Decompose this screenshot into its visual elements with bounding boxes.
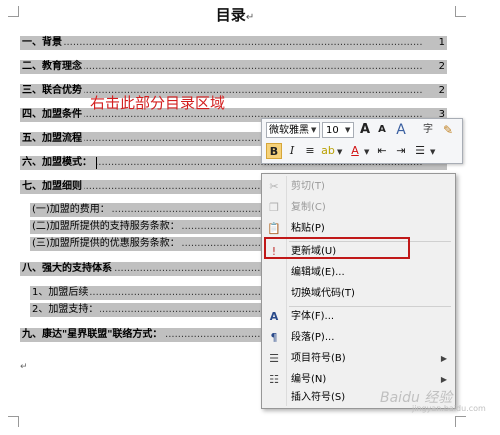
- highlight-button[interactable]: ab: [320, 143, 336, 159]
- italic-icon: I: [289, 144, 295, 157]
- menu-item-label: 剪切(T): [291, 181, 325, 192]
- toc-page-number: 2: [438, 60, 445, 74]
- menu-item-cut[interactable]: ✂ 剪切(T): [264, 177, 453, 197]
- scissors-icon: ✂: [269, 180, 279, 193]
- toc-entry-text: 三、联合优势: [22, 84, 84, 98]
- chevron-down-icon: ▼: [364, 148, 370, 156]
- menu-item-label: 复制(C): [291, 202, 326, 213]
- crop-mark: [8, 416, 19, 427]
- grow-font-icon: A: [359, 122, 371, 137]
- toc-entry-text: 八、强大的支持体系: [22, 262, 114, 276]
- bullets-icon: ☰: [269, 352, 279, 365]
- document-page: 目录↵ ....................................…: [0, 0, 500, 435]
- menu-item-label: 字体(F)...: [291, 311, 335, 322]
- toc-entry[interactable]: ........................................…: [20, 84, 447, 98]
- menu-item-edit-field[interactable]: 编辑域(E)...: [264, 263, 453, 283]
- bullets-button[interactable]: ☰: [412, 143, 428, 159]
- align-center-icon: ≡: [305, 144, 315, 157]
- toc-entry-text: (二)加盟所提供的支持服务条款：: [32, 220, 182, 234]
- menu-item-label: 项目符号(B): [291, 353, 346, 364]
- styles-icon: A: [396, 122, 406, 138]
- outdent-icon: ⇤: [377, 144, 387, 157]
- leader-dots: ........................................…: [22, 37, 423, 48]
- menu-item-paragraph[interactable]: ¶ 段落(P)...: [264, 328, 453, 348]
- menu-item-copy[interactable]: ❐ 复制(C): [264, 198, 453, 218]
- font-color-button[interactable]: A: [347, 143, 363, 159]
- grow-font-button[interactable]: A: [357, 122, 373, 138]
- toc-entry[interactable]: ........................................…: [20, 36, 447, 50]
- chevron-down-icon: ▼: [430, 148, 436, 156]
- text-cursor: [96, 157, 97, 169]
- indent-icon: ⇥: [396, 144, 406, 157]
- format-painter-button[interactable]: ✎: [440, 122, 456, 138]
- toc-entry-text: 五、加盟流程: [22, 132, 84, 146]
- italic-button[interactable]: I: [284, 143, 300, 159]
- menu-item-label: 插入符号(S): [291, 392, 346, 403]
- shrink-font-icon: A: [378, 124, 386, 135]
- toc-entry-text: 1、加盟后续: [32, 286, 91, 300]
- paragraph-icon: ¶: [270, 331, 278, 344]
- menu-item-font[interactable]: A 字体(F)...: [264, 307, 453, 327]
- menu-item-toggle-field-codes[interactable]: 切换域代码(T): [264, 284, 453, 304]
- brush-icon: ✎: [442, 123, 454, 137]
- toc-title: 目录↵: [215, 6, 255, 24]
- font-color-icon: A: [351, 144, 359, 157]
- decrease-indent-button[interactable]: ⇤: [374, 143, 390, 159]
- mini-toolbar: 微软雅黑 ▼ 10 ▼ A A A 字 ✎ B I ≡ ab ▼ A ▼ ⇤ ⇥…: [261, 118, 463, 164]
- phonetic-icon: 字: [423, 124, 433, 135]
- menu-item-label: 编号(N): [291, 374, 327, 385]
- bold-button[interactable]: B: [266, 143, 282, 159]
- toc-entry-text: (一)加盟的费用：: [32, 203, 112, 217]
- numbering-icon: ☷: [269, 373, 279, 386]
- chevron-down-icon: ▼: [311, 126, 317, 134]
- toc-entry-text: 四、加盟条件: [22, 108, 84, 122]
- submenu-arrow-icon: ▶: [440, 354, 447, 363]
- paragraph-mark: ↵: [20, 362, 28, 372]
- toc-page-number: 1: [438, 36, 445, 50]
- bold-icon: B: [269, 145, 279, 158]
- increase-indent-button[interactable]: ⇥: [393, 143, 409, 159]
- chevron-down-icon: ▼: [345, 126, 351, 134]
- crop-mark: [455, 416, 466, 427]
- toc-entry-text: (三)加盟所提供的优惠服务条款：: [32, 237, 182, 251]
- menu-item-label: 编辑域(E)...: [291, 267, 345, 278]
- copy-icon: ❐: [269, 201, 279, 214]
- toc-entry-text: 九、康达"星界联盟"联络方式：: [22, 328, 165, 342]
- menu-item-label: 粘贴(P): [291, 223, 325, 234]
- instruction-callout: 右击此部分目录区域: [90, 94, 226, 112]
- center-align-button[interactable]: ≡: [302, 143, 318, 159]
- toc-entry-text: 二、教育理念: [22, 60, 84, 74]
- shrink-font-button[interactable]: A: [374, 122, 390, 138]
- menu-item-paste[interactable]: 📋 粘贴(P): [264, 219, 453, 239]
- highlight-annotation-box: [264, 237, 410, 259]
- menu-item-label: 切换域代码(T): [291, 288, 355, 299]
- bullets-icon: ☰: [415, 144, 425, 157]
- font-icon: A: [269, 310, 279, 323]
- phonetic-guide-button[interactable]: 字: [420, 122, 436, 138]
- watermark-url: jingyan.baidu.com: [412, 404, 486, 413]
- context-menu: ✂ 剪切(T) ❐ 复制(C) 📋 粘贴(P) ! 更新域(U) 编辑域(E).…: [261, 173, 456, 409]
- menu-item-bullets[interactable]: ☰ 项目符号(B) ▶: [264, 349, 453, 369]
- highlighter-icon: ab: [321, 144, 335, 157]
- toc-entry[interactable]: ........................................…: [20, 60, 447, 74]
- toc-entry-text: 六、加盟模式：: [22, 156, 94, 170]
- menu-item-label: 段落(P)...: [291, 332, 335, 343]
- toc-entry-text: 2、加盟支持：: [32, 303, 101, 317]
- toc-entry-text: 七、加盟细则: [22, 180, 84, 194]
- toc-entry-text: 一、背景: [22, 36, 64, 50]
- toc-page-number: 2: [438, 84, 445, 98]
- chevron-down-icon: ▼: [337, 148, 343, 156]
- paste-icon: 📋: [267, 222, 281, 235]
- text-style-button[interactable]: A: [393, 122, 409, 138]
